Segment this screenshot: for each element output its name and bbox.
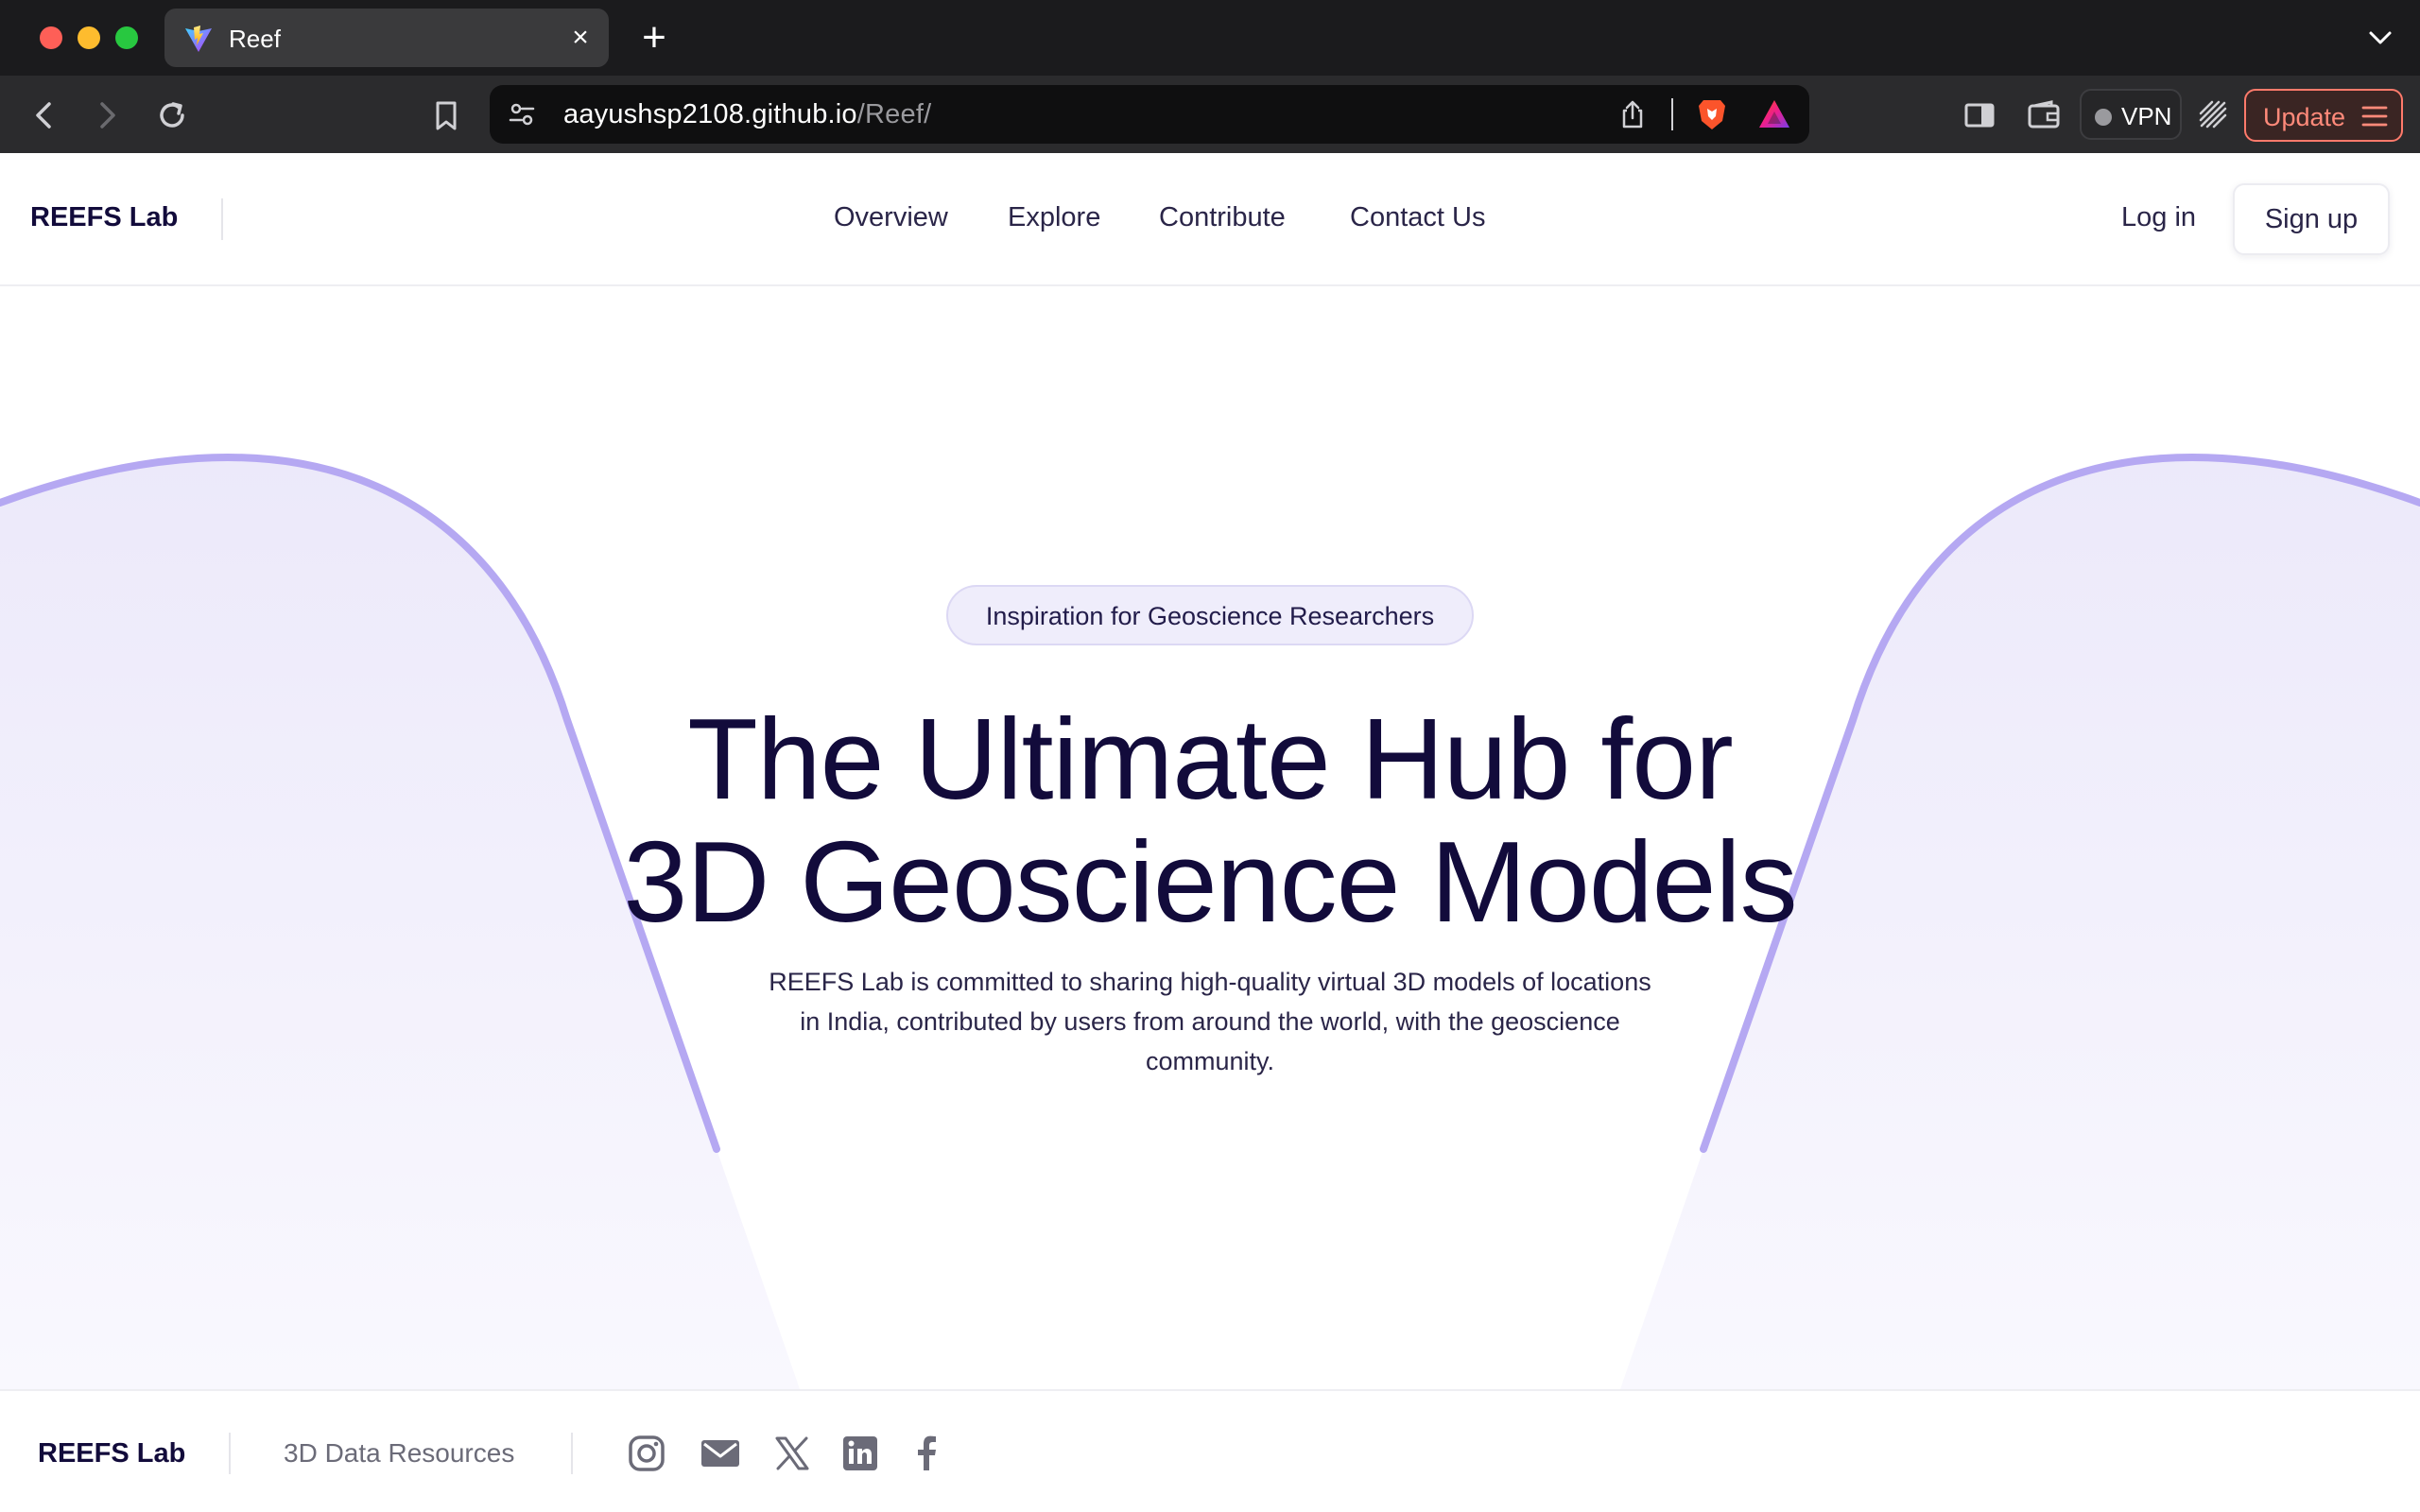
update-button[interactable]: Update: [2244, 89, 2403, 142]
url-text: aayushsp2108.github.io/Reef/: [563, 99, 931, 130]
footer-3d-data-resources-link[interactable]: 3D Data Resources: [284, 1438, 514, 1469]
brand-logo[interactable]: REEFS Lab: [30, 202, 178, 233]
hero-badge: Inspiration for Geoscience Researchers: [946, 585, 1474, 645]
footer-divider: [571, 1433, 573, 1474]
signup-button[interactable]: Sign up: [2233, 183, 2390, 255]
url-host: aayushsp2108.github.io: [563, 99, 857, 129]
browser-tab[interactable]: Reef ×: [164, 9, 609, 67]
nav-contact-us[interactable]: Contact Us: [1350, 202, 1485, 233]
facebook-icon[interactable]: [906, 1433, 947, 1474]
nav-overview[interactable]: Overview: [834, 202, 948, 233]
chevron-down-icon[interactable]: [2363, 23, 2397, 53]
update-label: Update: [2263, 103, 2346, 131]
wallet-icon[interactable]: [2023, 94, 2065, 136]
forward-icon[interactable]: [85, 94, 127, 136]
url-divider: [1671, 98, 1673, 130]
sidebar-icon[interactable]: [1959, 94, 2000, 136]
web-page: REEFS Lab Overview Explore Contribute Co…: [0, 153, 2420, 1512]
hero-title: The Ultimate Hub for 3D Geoscience Model…: [548, 697, 1872, 943]
close-window-button[interactable]: [40, 26, 62, 49]
browser-tab-bar: Reef × +: [0, 0, 2420, 76]
reload-icon[interactable]: [151, 94, 193, 136]
bookmark-icon[interactable]: [425, 94, 467, 136]
brave-shields-icon[interactable]: [1694, 96, 1730, 132]
hero-badge-text: Inspiration for Geoscience Researchers: [985, 602, 1435, 630]
browser-toolbar: aayushsp2108.github.io/Reef/ VPN Update: [0, 76, 2420, 153]
vpn-status-icon: [2095, 109, 2112, 126]
site-header: REEFS Lab Overview Explore Contribute Co…: [0, 153, 2420, 286]
brave-rewards-icon[interactable]: [1756, 96, 1792, 132]
hero-subtitle: REEFS Lab is committed to sharing high-q…: [769, 968, 1651, 1075]
mail-icon[interactable]: [700, 1433, 741, 1474]
url-path: /Reef/: [856, 99, 932, 129]
header-divider: [221, 198, 223, 240]
signup-label: Sign up: [2264, 204, 2359, 234]
leo-ai-icon[interactable]: [2193, 94, 2235, 136]
vpn-button[interactable]: VPN: [2080, 89, 2182, 140]
zoom-window-button[interactable]: [115, 26, 138, 49]
x-icon[interactable]: [771, 1433, 813, 1474]
linkedin-icon[interactable]: [839, 1433, 881, 1474]
menu-icon: [2361, 106, 2388, 127]
footer-divider: [229, 1433, 231, 1474]
hero-title-line1: The Ultimate Hub for: [687, 695, 1734, 823]
minimize-window-button[interactable]: [78, 26, 100, 49]
back-icon[interactable]: [25, 94, 66, 136]
vite-favicon-icon: [185, 26, 212, 52]
close-tab-icon[interactable]: ×: [565, 23, 596, 53]
tab-title: Reef: [229, 25, 281, 53]
login-link[interactable]: Log in: [2121, 202, 2196, 233]
site-settings-icon[interactable]: [507, 99, 537, 129]
hero-title-line2: 3D Geoscience Models: [623, 817, 1797, 946]
new-tab-icon[interactable]: +: [635, 17, 673, 59]
footer-brand[interactable]: REEFS Lab: [38, 1438, 185, 1469]
address-bar[interactable]: aayushsp2108.github.io/Reef/: [490, 85, 1809, 144]
nav-contribute[interactable]: Contribute: [1159, 202, 1286, 233]
vpn-label: VPN: [2121, 102, 2172, 130]
nav-explore[interactable]: Explore: [1008, 202, 1100, 233]
site-footer: REEFS Lab 3D Data Resources: [0, 1389, 2420, 1512]
instagram-icon[interactable]: [626, 1433, 667, 1474]
share-icon[interactable]: [1616, 98, 1649, 130]
